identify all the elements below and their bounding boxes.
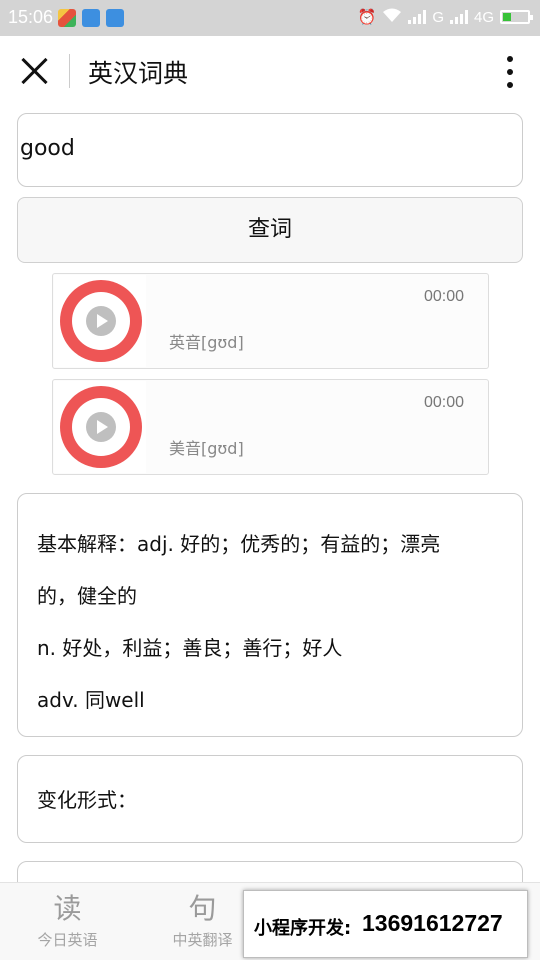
- audio-player-us[interactable]: 00:00 美音[gʊd]: [52, 379, 489, 475]
- signal-icon: [408, 10, 427, 24]
- promo-phone: 13691612727: [362, 910, 503, 936]
- audio-label: 英音[gʊd]: [169, 333, 244, 352]
- tab-label: 今日英语: [37, 931, 98, 949]
- wifi-icon: [382, 7, 402, 27]
- clipboard-icon: [106, 9, 124, 27]
- status-time: 15:06: [8, 7, 54, 27]
- definition-line: 的，健全的: [37, 584, 137, 608]
- word-forms-card: 变化形式：: [17, 755, 523, 843]
- promo-banner: 小程序开发: 13691612727: [243, 890, 528, 958]
- play-icon[interactable]: [86, 306, 116, 336]
- audio-poster: [54, 275, 146, 367]
- word-forms-label: 变化形式：: [37, 788, 137, 812]
- audio-ring: [60, 386, 142, 468]
- page-title: 英汉词典: [88, 59, 189, 88]
- audio-label: 美音[gʊd]: [169, 439, 244, 458]
- audio-duration: 00:00: [423, 394, 464, 411]
- definition-card: 基本解释：adj. 好的；优秀的；有益的；漂亮 的，健全的 n. 好处，利益；善…: [17, 493, 523, 737]
- alarm-icon: ⏰: [357, 9, 377, 26]
- promo-label: 小程序开发:: [254, 918, 352, 939]
- audio-duration: 00:00: [423, 288, 464, 305]
- network-type-1: G: [432, 8, 444, 26]
- search-field[interactable]: [17, 113, 523, 187]
- app-notification-icon: [58, 9, 76, 27]
- definition-line: 基本解释：adj. 好的；优秀的；有益的；漂亮: [37, 532, 441, 556]
- status-bar: 15:06 ⏰ G 4G: [0, 0, 540, 36]
- close-icon[interactable]: [20, 56, 50, 86]
- battery-icon: [500, 10, 533, 24]
- play-icon[interactable]: [86, 412, 116, 442]
- network-type-2: 4G: [473, 8, 494, 26]
- read-icon: 读: [53, 892, 82, 925]
- audio-poster: [54, 381, 146, 473]
- definition-line: adv. 同well: [37, 688, 145, 712]
- nav-divider: [69, 54, 70, 88]
- audio-player-uk[interactable]: 00:00 英音[gʊd]: [52, 273, 489, 369]
- status-icons: ⏰ G 4G: [357, 7, 533, 27]
- more-vertical-icon[interactable]: [505, 56, 515, 88]
- search-button[interactable]: 查词: [17, 197, 523, 263]
- nav-bar: 英汉词典: [0, 36, 540, 108]
- signal-icon: [449, 10, 468, 24]
- definition-line: n. 好处，利益；善良；善行；好人: [37, 636, 343, 660]
- search-input[interactable]: [18, 136, 498, 161]
- audio-ring: [60, 280, 142, 362]
- screenshot-icon: [82, 9, 100, 27]
- tab-daily-english[interactable]: 读 今日英语: [0, 883, 135, 960]
